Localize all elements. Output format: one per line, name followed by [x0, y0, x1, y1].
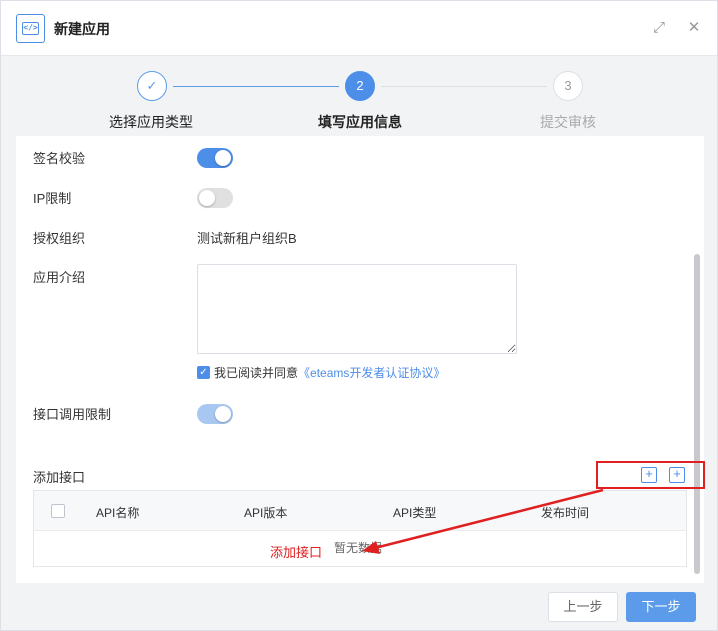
form-panel: 签名校验 IP限制 授权组织 测试新租户组织B 应用介绍 ✓ 我已阅读并同意 《…	[16, 136, 704, 583]
toggle-knob	[215, 150, 231, 166]
signature-label: 签名校验	[33, 151, 86, 166]
api-table: API名称 API版本 API类型 发布时间 暂无数据	[33, 490, 687, 567]
agree-checkbox[interactable]: ✓	[197, 366, 210, 379]
auth-org-label: 授权组织	[33, 231, 86, 246]
agreement-row: ✓ 我已阅读并同意 《eteams开发者认证协议》	[197, 364, 445, 381]
intro-label: 应用介绍	[33, 270, 86, 285]
column-api-name: API名称	[96, 506, 140, 520]
step-2-label: 填写应用信息	[318, 114, 402, 130]
ip-limit-label: IP限制	[33, 191, 72, 206]
agree-text: 我已阅读并同意	[214, 366, 299, 380]
step-connector-1	[173, 86, 339, 87]
toggle-knob	[215, 406, 231, 422]
auth-org-value: 测试新租户组织B	[197, 231, 297, 246]
step-1-label: 选择应用类型	[109, 114, 193, 130]
annotation-text: 添加接口	[270, 545, 323, 560]
column-publish-time: 发布时间	[541, 506, 590, 520]
step-2-number: 2	[345, 71, 375, 101]
code-icon-glyph: </>	[22, 22, 39, 35]
close-icon[interactable]: ✕	[685, 19, 703, 37]
step-1-check-icon: ✓	[137, 71, 167, 101]
new-app-dialog: </> 新建应用 ⤢ ✕ ✓ 2 3 选择应用类型 填写应用信息 提交审核 签名…	[0, 0, 718, 631]
toggle-knob	[199, 190, 215, 206]
signature-toggle[interactable]	[197, 148, 233, 168]
intro-textarea[interactable]	[197, 264, 517, 354]
column-api-version: API版本	[244, 506, 288, 520]
agreement-link[interactable]: 《eteams开发者认证协议》	[298, 364, 445, 381]
code-app-icon: </>	[16, 14, 45, 43]
add-api-label: 添加接口	[33, 470, 86, 485]
empty-state-text: 暂无数据	[334, 541, 383, 555]
next-step-button[interactable]: 下一步	[626, 592, 696, 622]
ip-limit-toggle[interactable]	[197, 188, 233, 208]
prev-step-button[interactable]: 上一步	[548, 592, 618, 622]
step-3-number: 3	[553, 71, 583, 101]
maximize-icon[interactable]: ⤢	[650, 19, 668, 37]
annotation-highlight-box	[596, 461, 705, 489]
stepper: ✓ 2 3 选择应用类型 填写应用信息 提交审核	[1, 57, 717, 135]
dialog-title: 新建应用	[54, 21, 110, 37]
column-api-type: API类型	[393, 506, 437, 520]
step-3-label: 提交审核	[540, 114, 596, 130]
rate-limit-label: 接口调用限制	[33, 407, 112, 422]
api-table-header: API名称 API版本 API类型 发布时间	[34, 491, 686, 531]
step-connector-2	[381, 86, 547, 87]
select-all-checkbox[interactable]	[51, 504, 65, 518]
rate-limit-toggle[interactable]	[197, 404, 233, 424]
dialog-header: </> 新建应用 ⤢ ✕	[1, 1, 717, 56]
vertical-scrollbar[interactable]	[694, 254, 700, 574]
